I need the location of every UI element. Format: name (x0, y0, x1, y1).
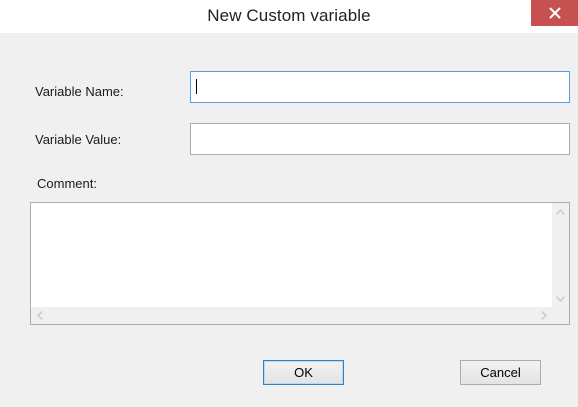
variable-value-label: Variable Value: (35, 132, 122, 147)
close-icon (549, 7, 561, 19)
ok-button[interactable]: OK (263, 360, 344, 385)
text-caret (196, 79, 197, 94)
comment-label: Comment: (37, 176, 97, 191)
new-custom-variable-dialog: New Custom variable Variable Name: Varia… (0, 0, 578, 407)
scroll-down-arrow-icon[interactable] (552, 290, 569, 307)
variable-name-input[interactable] (190, 71, 570, 103)
dialog-client-area: Variable Name: Variable Value: Comment: (0, 33, 578, 407)
scroll-up-arrow-icon[interactable] (552, 203, 569, 220)
close-button[interactable] (531, 0, 578, 26)
comment-textarea[interactable] (30, 202, 570, 325)
title-bar[interactable]: New Custom variable (0, 0, 578, 33)
variable-name-label: Variable Name: (35, 84, 124, 99)
scroll-left-arrow-icon[interactable] (31, 307, 48, 324)
variable-value-input[interactable] (190, 123, 570, 155)
scroll-right-arrow-icon[interactable] (535, 307, 552, 324)
scroll-corner (552, 307, 569, 324)
vertical-scrollbar[interactable] (552, 203, 569, 307)
dialog-title: New Custom variable (207, 6, 371, 25)
horizontal-scrollbar[interactable] (31, 307, 552, 324)
cancel-button[interactable]: Cancel (460, 360, 541, 385)
